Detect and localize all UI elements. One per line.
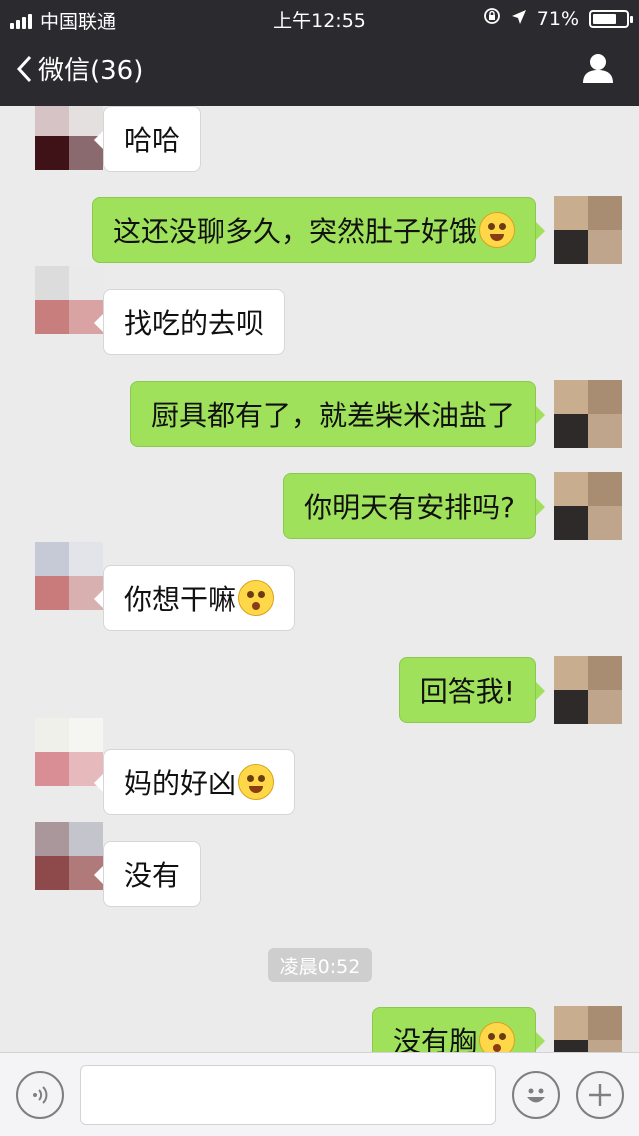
message-text: 没有 — [124, 859, 181, 892]
my-avatar[interactable] — [554, 472, 622, 540]
contact-avatar[interactable] — [35, 542, 103, 610]
message-text: 哈哈 — [124, 124, 181, 157]
voice-icon — [33, 1086, 48, 1104]
chat-area: 哈哈 这还没聊多久，突然肚子好饿 找吃的去呗 厨具都有了，就差柴米油盐了 你明天… — [0, 106, 639, 1052]
my-avatar[interactable] — [554, 380, 622, 448]
emoji-button[interactable] — [512, 1071, 560, 1119]
message-bubble-outgoing[interactable]: 没有胸 — [371, 1007, 546, 1052]
message-bubble-outgoing[interactable]: 这还没聊多久，突然肚子好饿 — [91, 197, 546, 263]
message-text: 你想干嘛 — [124, 583, 237, 616]
battery-fill — [593, 13, 616, 24]
contact-avatar[interactable] — [35, 822, 103, 890]
message-text: 厨具都有了，就差柴米油盐了 — [150, 399, 515, 432]
flushed-emoji-icon — [238, 580, 275, 616]
emoji-icon — [527, 1088, 545, 1103]
crying-laughing-emoji-icon — [238, 764, 275, 800]
person-icon — [583, 54, 613, 83]
message-bubble-incoming[interactable]: 找吃的去呗 — [93, 289, 286, 355]
plus-button[interactable] — [576, 1071, 624, 1119]
input-bar — [0, 1052, 639, 1136]
message-input[interactable] — [80, 1065, 496, 1125]
battery-percent: 71% — [536, 7, 579, 30]
timestamp: 凌晨0:52 — [268, 948, 372, 982]
contact-avatar[interactable] — [35, 106, 103, 170]
message-bubble-outgoing[interactable]: 回答我! — [398, 657, 546, 723]
profile-button[interactable] — [581, 52, 615, 88]
back-button[interactable]: 微信(36) — [16, 50, 143, 87]
crying-laughing-emoji-icon — [479, 212, 515, 248]
message-text: 没有胸 — [392, 1025, 477, 1052]
status-right: 71% — [483, 7, 633, 30]
message-text: 这还没聊多久，突然肚子好饿 — [112, 215, 477, 248]
message-text: 找吃的去呗 — [124, 307, 265, 340]
contact-avatar[interactable] — [35, 266, 103, 334]
my-avatar[interactable] — [554, 196, 622, 264]
message-bubble-outgoing[interactable]: 厨具都有了，就差柴米油盐了 — [129, 381, 546, 447]
chat-header: 中国联通 上午12:55 71% 微信(36) — [0, 0, 639, 106]
message-text: 回答我! — [419, 675, 515, 708]
message-text: 妈的好凶 — [124, 767, 237, 800]
message-bubble-incoming[interactable]: 妈的好凶 — [93, 749, 296, 815]
orientation-lock-icon — [483, 7, 501, 30]
voice-button[interactable] — [16, 1071, 64, 1119]
message-bubble-incoming[interactable]: 没有 — [93, 841, 202, 907]
plus-icon — [589, 1084, 611, 1106]
contact-avatar[interactable] — [35, 718, 103, 786]
message-bubble-incoming[interactable]: 哈哈 — [93, 106, 202, 172]
back-label: 微信(36) — [38, 56, 144, 86]
flushed-emoji-icon — [479, 1022, 515, 1052]
message-bubble-incoming[interactable]: 你想干嘛 — [93, 565, 296, 631]
message-text: 你明天有安排吗? — [304, 491, 515, 524]
location-icon — [511, 8, 527, 30]
status-bar: 中国联通 上午12:55 71% — [0, 0, 639, 36]
battery-icon — [589, 9, 633, 28]
chevron-left-icon — [16, 55, 32, 82]
my-avatar[interactable] — [554, 1006, 622, 1052]
my-avatar[interactable] — [554, 656, 622, 724]
message-bubble-outgoing[interactable]: 你明天有安排吗? — [283, 473, 545, 539]
nav-bar: 微信(36) — [0, 40, 639, 106]
